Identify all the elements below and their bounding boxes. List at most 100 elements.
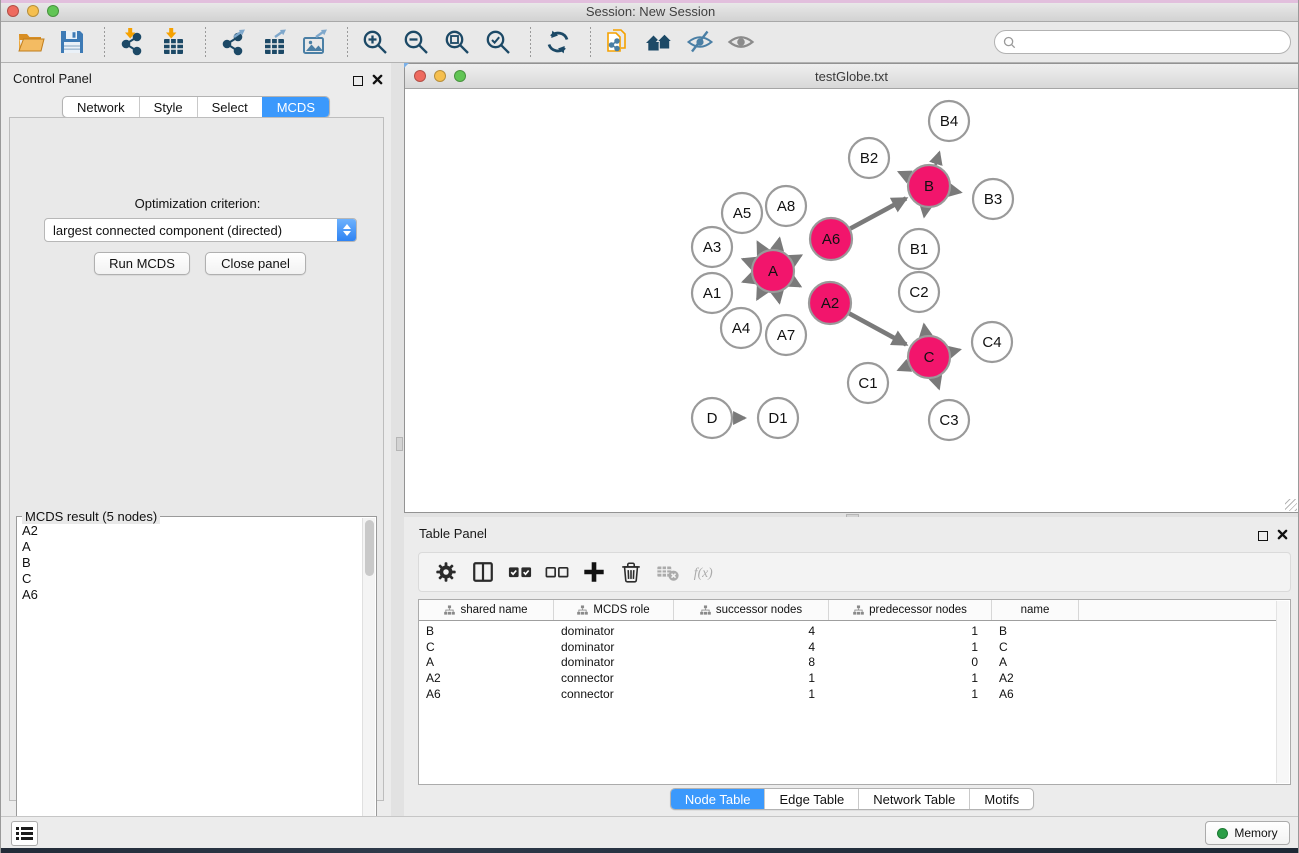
export-image-button[interactable] — [297, 26, 333, 58]
edge-A-A1[interactable] — [743, 279, 752, 282]
criterion-select[interactable]: largest connected component (directed) — [44, 218, 357, 242]
search-box[interactable] — [994, 30, 1291, 54]
task-history-button[interactable] — [11, 821, 38, 846]
cell[interactable]: 1 — [829, 671, 992, 685]
edge-A-A5[interactable] — [758, 242, 763, 252]
node-B1[interactable]: B1 — [899, 229, 939, 269]
cell[interactable]: dominator — [554, 640, 674, 654]
column-header-successor-nodes[interactable]: successor nodes — [674, 600, 829, 620]
tab-select[interactable]: Select — [197, 97, 262, 117]
import-network-button[interactable] — [114, 26, 150, 58]
column-layout-button[interactable] — [468, 558, 498, 586]
cell[interactable]: 4 — [674, 624, 829, 638]
edge-C-C4[interactable] — [950, 350, 960, 352]
deselect-all-rows-button[interactable] — [542, 558, 572, 586]
node-B3[interactable]: B3 — [973, 179, 1013, 219]
cell[interactable]: A6 — [419, 687, 554, 701]
float-panel-icon[interactable] — [353, 76, 363, 86]
cell[interactable]: A2 — [419, 671, 554, 685]
cell[interactable]: A — [992, 655, 1079, 669]
result-item-c[interactable]: C — [17, 571, 363, 587]
edge-B-B3[interactable] — [951, 190, 961, 192]
cell[interactable]: 1 — [674, 671, 829, 685]
cell[interactable]: 0 — [829, 655, 992, 669]
open-file-button[interactable] — [13, 26, 49, 58]
cell[interactable]: A2 — [992, 671, 1079, 685]
column-header-shared-name[interactable]: shared name — [419, 600, 554, 620]
edge-A-A6[interactable] — [792, 255, 801, 260]
edge-B-B1[interactable] — [924, 208, 925, 217]
node-C1[interactable]: C1 — [848, 363, 888, 403]
node-C3[interactable]: C3 — [929, 400, 969, 440]
edge-A-A3[interactable] — [743, 259, 753, 263]
cell[interactable]: C — [992, 640, 1079, 654]
zoom-fit-button[interactable] — [439, 26, 475, 58]
network-window-titlebar[interactable]: testGlobe.txt — [405, 64, 1298, 89]
show-all-button[interactable] — [723, 26, 759, 58]
hide-selected-button[interactable] — [682, 26, 718, 58]
save-session-button[interactable] — [54, 26, 90, 58]
edge-A2-C[interactable] — [849, 314, 906, 345]
close-panel-button[interactable]: Close panel — [205, 252, 306, 275]
column-header-name[interactable]: name — [992, 600, 1079, 620]
first-neighbors-button[interactable] — [641, 26, 677, 58]
cell[interactable]: B — [419, 624, 554, 638]
zoom-selected-button[interactable] — [480, 26, 516, 58]
node-A2[interactable]: A2 — [809, 282, 851, 324]
new-network-from-selection-button[interactable] — [600, 26, 636, 58]
cell[interactable]: 1 — [674, 687, 829, 701]
tab-node-table[interactable]: Node Table — [671, 789, 765, 809]
delete-column-button[interactable] — [616, 558, 646, 586]
edge-B-B4[interactable] — [936, 153, 940, 166]
node-C[interactable]: C — [908, 336, 950, 378]
import-table-button[interactable] — [155, 26, 191, 58]
node-C4[interactable]: C4 — [972, 322, 1012, 362]
node-A7[interactable]: A7 — [766, 315, 806, 355]
result-item-a6[interactable]: A6 — [17, 587, 363, 603]
result-item-a2[interactable]: A2 — [17, 523, 363, 539]
table-settings-button[interactable] — [431, 558, 461, 586]
memory-button[interactable]: Memory — [1205, 821, 1290, 845]
zoom-in-button[interactable] — [357, 26, 393, 58]
tab-network[interactable]: Network — [63, 97, 139, 117]
tab-motifs[interactable]: Motifs — [969, 789, 1033, 809]
node-B4[interactable]: B4 — [929, 101, 969, 141]
refresh-view-button[interactable] — [540, 26, 576, 58]
float-table-panel-icon[interactable] — [1258, 531, 1268, 541]
table-row-b[interactable]: Bdominator41B — [419, 623, 1277, 639]
close-panel-icon[interactable] — [372, 72, 383, 90]
add-column-button[interactable] — [579, 558, 609, 586]
select-all-rows-button[interactable] — [505, 558, 535, 586]
node-B2[interactable]: B2 — [849, 138, 889, 178]
cell[interactable]: connector — [554, 671, 674, 685]
cell[interactable]: connector — [554, 687, 674, 701]
node-D1[interactable]: D1 — [758, 398, 798, 438]
node-A6[interactable]: A6 — [810, 218, 852, 260]
export-network-button[interactable] — [215, 26, 251, 58]
edge-B-B2[interactable] — [899, 172, 909, 177]
result-scrollbar[interactable] — [362, 518, 375, 852]
table-row-c[interactable]: Cdominator41C — [419, 639, 1277, 655]
edge-C-C2[interactable] — [924, 325, 926, 336]
zoom-out-button[interactable] — [398, 26, 434, 58]
node-A8[interactable]: A8 — [766, 186, 806, 226]
export-table-button[interactable] — [256, 26, 292, 58]
run-mcds-button[interactable]: Run MCDS — [94, 252, 190, 275]
node-B[interactable]: B — [908, 165, 950, 207]
result-item-a[interactable]: A — [17, 539, 363, 555]
mcds-result-list[interactable]: A2ABCA6 — [17, 523, 363, 851]
resize-grip-icon[interactable] — [1285, 499, 1297, 511]
cell[interactable]: 4 — [674, 640, 829, 654]
cell[interactable]: 1 — [829, 624, 992, 638]
cell[interactable]: A6 — [992, 687, 1079, 701]
edge-A-A2[interactable] — [792, 282, 800, 287]
edge-A-A7[interactable] — [777, 293, 779, 303]
tab-style[interactable]: Style — [139, 97, 197, 117]
table-row-a[interactable]: Adominator80A — [419, 654, 1277, 670]
tab-edge-table[interactable]: Edge Table — [764, 789, 858, 809]
column-header-predecessor-nodes[interactable]: predecessor nodes — [829, 600, 992, 620]
node-C2[interactable]: C2 — [899, 272, 939, 312]
table-row-a2[interactable]: A2connector11A2 — [419, 670, 1277, 686]
edge-A6-B[interactable] — [850, 198, 906, 228]
node-D[interactable]: D — [692, 398, 732, 438]
